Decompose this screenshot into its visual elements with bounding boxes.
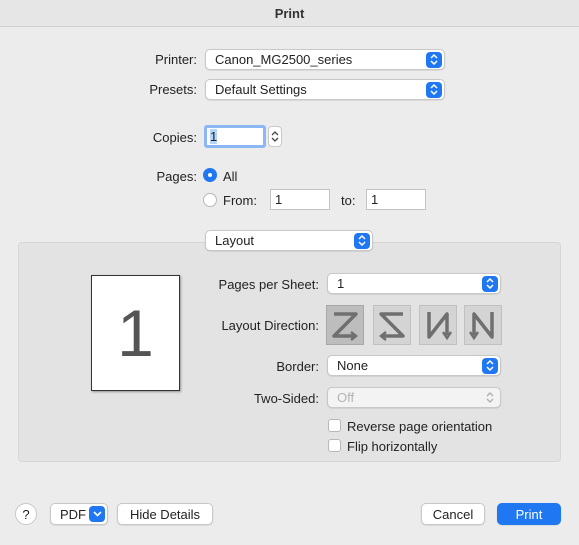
z-arrow-left-down-icon (378, 312, 405, 341)
page-preview: 1 (91, 275, 180, 391)
pdf-label: PDF (60, 506, 86, 522)
two-sided-popup[interactable]: Off (327, 387, 501, 408)
updown-chevron-icon (354, 232, 370, 249)
pages-from-value: 1 (275, 192, 283, 207)
z-arrow-right-down-icon (332, 312, 359, 341)
pages-to-label: to: (341, 193, 356, 208)
cancel-label: Cancel (432, 506, 474, 522)
presets-value: Default Settings (215, 82, 307, 97)
pdf-menu-button[interactable]: PDF (50, 503, 108, 525)
pages-from-input[interactable]: 1 (270, 189, 330, 210)
pages-all-radio[interactable] (203, 168, 217, 182)
chevron-down-icon (89, 506, 105, 522)
pages-from-label: From: (223, 193, 257, 208)
cancel-button[interactable]: Cancel (421, 503, 485, 525)
two-sided-label: Two-Sided: (253, 391, 319, 406)
layout-direction-z-left-down[interactable] (373, 305, 411, 345)
layout-direction-z-right-down[interactable] (326, 305, 364, 345)
pages-to-value: 1 (371, 192, 379, 207)
flip-horizontally-checkbox[interactable] (328, 439, 341, 452)
n-arrow-down-right-icon (427, 312, 453, 341)
updown-chevron-icon (482, 357, 498, 374)
copies-input[interactable]: 1 (204, 125, 266, 148)
updown-chevron-icon (482, 390, 498, 406)
presets-label: Presets: (149, 82, 197, 97)
stepper-arrows-icon (271, 131, 279, 142)
print-button[interactable]: Print (497, 503, 561, 525)
page-preview-number: 1 (117, 296, 154, 370)
hide-details-button[interactable]: Hide Details (117, 503, 213, 525)
reverse-orientation-label: Reverse page orientation (347, 419, 493, 434)
pages-label: Pages: (156, 169, 197, 184)
window-titlebar: Print (0, 0, 579, 27)
flip-horizontally-label: Flip horizontally (347, 439, 438, 454)
border-popup[interactable]: None (327, 355, 501, 376)
copies-stepper[interactable] (268, 126, 282, 147)
layout-direction-n-down-left[interactable] (464, 305, 502, 345)
print-label: Print (515, 506, 543, 522)
copies-value: 1 (210, 129, 218, 144)
updown-chevron-icon (426, 51, 442, 68)
help-label: ? (22, 506, 30, 522)
n-arrow-down-left-icon (468, 312, 494, 341)
pages-per-sheet-popup[interactable]: 1 (327, 273, 501, 294)
pages-per-sheet-value: 1 (337, 276, 345, 291)
pages-from-radio[interactable] (203, 193, 217, 207)
two-sided-value: Off (337, 390, 355, 405)
updown-chevron-icon (482, 275, 498, 292)
pages-all-label: All (223, 169, 238, 184)
window-title: Print (274, 5, 305, 21)
printer-label: Printer: (155, 52, 197, 67)
layout-direction-n-down-right[interactable] (419, 305, 457, 345)
copies-label: Copies: (152, 130, 197, 145)
section-value: Layout (215, 233, 255, 248)
pages-per-sheet-label: Pages per Sheet: (218, 277, 319, 292)
help-button[interactable]: ? (15, 503, 37, 525)
border-value: None (337, 358, 369, 373)
printer-popup[interactable]: Canon_MG2500_series (205, 49, 445, 70)
presets-popup[interactable]: Default Settings (205, 79, 445, 100)
hide-details-label: Hide Details (129, 506, 201, 522)
section-popup[interactable]: Layout (205, 230, 373, 251)
pages-to-input[interactable]: 1 (366, 189, 426, 210)
layout-direction-label: Layout Direction: (221, 318, 319, 333)
border-label: Border: (276, 359, 319, 374)
printer-value: Canon_MG2500_series (215, 52, 353, 67)
updown-chevron-icon (426, 81, 442, 98)
reverse-orientation-checkbox[interactable] (328, 419, 341, 432)
